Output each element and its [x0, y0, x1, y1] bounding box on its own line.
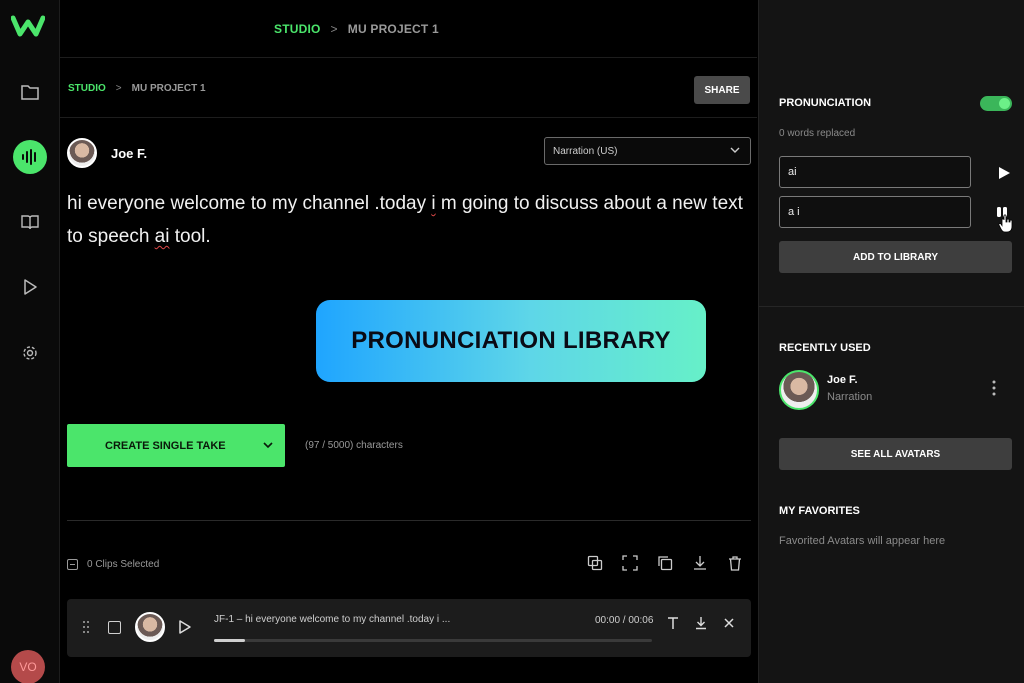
select-all-checkbox[interactable] [67, 558, 78, 570]
text-icon[interactable] [666, 616, 680, 630]
recent-avatar[interactable] [779, 370, 819, 410]
merge-icon[interactable] [587, 555, 603, 571]
add-to-library-button[interactable]: ADD TO LIBRARY [779, 241, 1012, 273]
kebab-menu-icon[interactable] [992, 380, 996, 396]
create-label: CREATE SINGLE TAKE [105, 439, 226, 452]
chevron-down-icon [730, 147, 740, 153]
pronunciation-title: PRONUNCIATION [779, 97, 872, 109]
clip-time: 00:00 / 00:06 [595, 615, 654, 626]
breadcrumb-separator: > [330, 21, 338, 36]
clip-progress-track[interactable] [214, 639, 652, 642]
clip-row[interactable]: JF-1 – hi everyone welcome to my channel… [67, 599, 751, 657]
play-icon[interactable] [997, 165, 1011, 181]
download-icon[interactable] [692, 555, 708, 571]
play-icon[interactable] [0, 270, 60, 304]
voice-style-select[interactable]: Narration (US) [544, 137, 751, 165]
pronunciation-toggle[interactable] [980, 96, 1012, 111]
clips-selected-label: 0 Clips Selected [87, 558, 160, 570]
pronunciation-library-banner: PRONUNCIATION LIBRARY [316, 300, 706, 382]
folder-icon[interactable] [0, 75, 60, 109]
sub-breadcrumb-project: MU PROJECT 1 [131, 82, 206, 94]
share-button[interactable]: SHARE [694, 76, 750, 104]
my-favorites-title: MY FAVORITES [779, 505, 860, 517]
left-rail: VO [0, 0, 60, 683]
divider [67, 520, 751, 521]
character-count: (97 / 5000) characters [305, 440, 403, 451]
download-icon[interactable] [694, 616, 708, 630]
recently-used-title: RECENTLY USED [779, 342, 871, 354]
breadcrumb-studio[interactable]: STUDIO [274, 22, 321, 36]
clip-avatar [135, 612, 165, 642]
gear-icon[interactable] [0, 336, 60, 370]
voice-style-value: Narration (US) [553, 145, 618, 157]
favorites-empty-text: Favorited Avatars will appear here [779, 535, 946, 547]
word-input[interactable] [779, 156, 971, 188]
drag-handle-icon[interactable] [82, 620, 90, 634]
hand-cursor-icon [997, 207, 1013, 233]
copy-icon[interactable] [657, 555, 673, 571]
play-icon[interactable] [178, 619, 192, 635]
brand-logo-icon[interactable] [10, 14, 46, 38]
divider [759, 306, 1024, 307]
misspelled-word[interactable]: ai [155, 226, 170, 247]
script-segment: hi everyone welcome to my channel .today [67, 193, 432, 214]
speaker-name: Joe F. [111, 145, 148, 161]
book-icon[interactable] [0, 205, 60, 239]
recent-avatar-name: Joe F. [827, 374, 858, 386]
expand-icon[interactable] [622, 555, 638, 571]
waveform-icon [13, 140, 47, 174]
trash-icon[interactable] [727, 555, 743, 571]
clips-toolbar: 0 Clips Selected [67, 549, 751, 579]
recent-avatar-role: Narration [827, 391, 873, 403]
words-replaced-count: 0 words replaced [779, 128, 856, 139]
right-panel: PRONUNCIATION 0 words replaced ADD TO LI… [758, 0, 1024, 683]
script-text[interactable]: hi everyone welcome to my channel .today… [67, 187, 747, 253]
chevron-down-icon[interactable] [263, 440, 273, 450]
clip-progress-fill [214, 639, 245, 642]
user-avatar[interactable]: VO [11, 650, 45, 683]
see-all-avatars-button[interactable]: SEE ALL AVATARS [779, 438, 1012, 470]
speaker-block[interactable]: Joe F. [67, 138, 147, 168]
nav-studio[interactable] [0, 140, 60, 174]
sub-breadcrumb-separator: > [115, 82, 122, 94]
replacement-input[interactable] [779, 196, 971, 228]
clip-title: JF-1 – hi everyone welcome to my channel… [214, 614, 451, 625]
close-icon[interactable] [722, 616, 736, 630]
create-single-take-button[interactable]: CREATE SINGLE TAKE [67, 424, 285, 467]
script-segment: tool. [169, 226, 211, 247]
breadcrumb-project: MU PROJECT 1 [347, 21, 439, 36]
top-breadcrumb: STUDIO > MU PROJECT 1 [60, 0, 757, 58]
sub-breadcrumb: STUDIO > MU PROJECT 1 SHARE [60, 59, 757, 118]
clip-checkbox[interactable] [108, 621, 121, 634]
sub-breadcrumb-studio[interactable]: STUDIO [68, 83, 106, 94]
speaker-avatar [67, 138, 97, 168]
